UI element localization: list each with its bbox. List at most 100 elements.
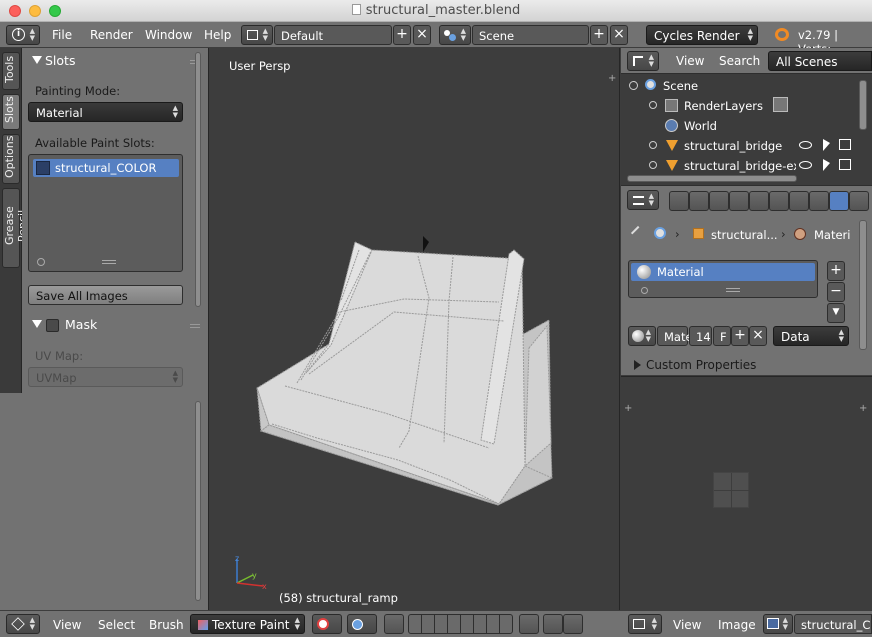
list-add-icon[interactable] <box>37 258 45 266</box>
texture-tab-icon[interactable] <box>849 191 869 211</box>
expand-icon[interactable] <box>649 161 657 169</box>
save-all-images-button[interactable]: Save All Images <box>28 285 183 305</box>
mask-panel-header[interactable]: Mask <box>22 314 208 338</box>
visibility-eye-icon[interactable] <box>799 161 812 169</box>
outliner-menu-view[interactable]: View <box>676 54 704 68</box>
lower-shelf-scrollbar[interactable] <box>195 401 201 601</box>
list-add-icon[interactable] <box>641 287 648 294</box>
outliner-row-structural-bridge-exterior[interactable]: structural_bridge-exter <box>621 156 857 176</box>
visibility-eye-icon[interactable] <box>799 141 812 149</box>
outliner-row-world[interactable]: World <box>621 116 857 136</box>
screen-layout-button[interactable]: ▲ ▼ <box>241 25 273 45</box>
image-name-field[interactable]: structural_COL <box>794 614 872 634</box>
render-camera-icon[interactable] <box>839 159 851 170</box>
footer-menu-select[interactable]: Select <box>98 618 135 632</box>
corner-add-icon[interactable]: + <box>859 403 867 414</box>
scene-tab-icon[interactable] <box>709 191 729 211</box>
outliner-row-renderlayers[interactable]: RenderLayers <box>621 96 857 116</box>
expand-icon[interactable] <box>649 101 657 109</box>
fake-user-toggle[interactable]: F <box>713 326 731 346</box>
corner-add-icon[interactable]: + <box>624 403 632 414</box>
render-layers-tab-icon[interactable] <box>689 191 709 211</box>
list-resize-grip-icon[interactable] <box>726 288 740 292</box>
pin-icon[interactable] <box>630 225 646 241</box>
footer-menu-view[interactable]: View <box>53 618 81 632</box>
screen-layout-field[interactable]: Default <box>274 25 392 45</box>
menu-help[interactable]: Help <box>204 28 231 42</box>
scene-field[interactable]: Scene <box>472 25 589 45</box>
scene-selector-button[interactable]: ▲ ▼ <box>439 25 471 45</box>
face-mask-toggle[interactable] <box>384 614 404 634</box>
viewport-shading-button[interactable] <box>312 614 342 634</box>
add-material-slot-button[interactable]: + <box>827 261 845 281</box>
list-resize-grip-icon[interactable] <box>102 260 116 264</box>
menu-window[interactable]: Window <box>145 28 192 42</box>
render-engine-dropdown[interactable]: Cycles Render ▲ ▼ <box>646 25 758 45</box>
outliner-row-structural-bridge[interactable]: structural_bridge <box>621 136 857 156</box>
world-tab-icon[interactable] <box>729 191 749 211</box>
browse-image-button[interactable]: ▲ ▼ <box>763 614 793 634</box>
list-item[interactable]: Material <box>631 263 815 281</box>
list-item[interactable]: structural_COLOR <box>33 159 179 177</box>
data-tab-icon[interactable] <box>809 191 829 211</box>
drag-grip-icon[interactable] <box>190 324 200 328</box>
editor-type-outliner-button[interactable]: ▲ ▼ <box>627 51 659 71</box>
editor-type-3d-view-button[interactable]: ▲ ▼ <box>6 614 40 634</box>
painting-mode-dropdown[interactable]: Material ▲ ▼ <box>28 102 183 122</box>
render-camera-icon[interactable] <box>773 97 788 112</box>
render-tab-icon[interactable] <box>669 191 689 211</box>
footer-menu-brush[interactable]: Brush <box>149 618 184 632</box>
layer-buttons[interactable] <box>408 614 513 634</box>
add-layout-button[interactable]: + <box>393 25 411 45</box>
new-material-button[interactable]: + <box>731 326 749 346</box>
constraints-tab-icon[interactable] <box>789 191 809 211</box>
mask-checkbox[interactable] <box>46 319 59 332</box>
tool-shelf-scrollbar[interactable] <box>195 52 201 307</box>
render-animation-clapper-icon[interactable] <box>563 614 583 634</box>
breadcrumb-object[interactable]: structural... <box>711 228 778 242</box>
remove-layout-button[interactable]: × <box>413 25 431 45</box>
image-menu-view[interactable]: View <box>673 618 701 632</box>
breadcrumb-material[interactable]: Materi <box>814 228 850 242</box>
remove-material-slot-button[interactable]: − <box>827 282 845 302</box>
add-scene-button[interactable]: + <box>590 25 608 45</box>
material-specials-button[interactable]: ▼ <box>827 303 845 323</box>
image-menu-image[interactable]: Image <box>718 618 756 632</box>
expand-icon[interactable] <box>649 141 657 149</box>
remove-scene-button[interactable]: × <box>610 25 628 45</box>
editor-type-properties-button[interactable]: ▲ ▼ <box>627 190 659 210</box>
menu-render[interactable]: Render <box>90 28 133 42</box>
render-camera-icon[interactable] <box>839 139 851 150</box>
tab-grease-pencil[interactable]: Grease Pencil <box>2 188 29 268</box>
slots-panel-header[interactable]: Slots <box>22 50 208 74</box>
outliner-menu-search[interactable]: Search <box>719 54 760 68</box>
object-tab-icon[interactable] <box>749 191 769 211</box>
select-arrow-icon[interactable] <box>823 139 830 151</box>
render-preview-camera-icon[interactable] <box>543 614 563 634</box>
tab-tools[interactable]: Tools <box>2 52 20 90</box>
editor-type-image-button[interactable]: ▲ ▼ <box>628 614 662 634</box>
editor-type-info-button[interactable]: i ▲ ▼ <box>6 25 40 45</box>
pivot-point-button[interactable] <box>347 614 377 634</box>
3d-viewport[interactable]: User Persp + z y x (58) structural_ramp <box>208 48 620 610</box>
collapse-icon[interactable] <box>629 81 638 90</box>
outliner-scrollbar-h[interactable] <box>627 175 797 182</box>
unlink-material-button[interactable]: × <box>749 326 767 346</box>
modifiers-tab-icon[interactable] <box>769 191 789 211</box>
outliner-filter-dropdown[interactable]: All Scenes <box>768 51 872 71</box>
render-region-icon[interactable] <box>519 614 539 634</box>
material-name-field[interactable]: Mate <box>657 326 693 346</box>
outliner-row-scene[interactable]: Scene <box>621 76 857 96</box>
select-arrow-icon[interactable] <box>823 159 830 171</box>
image-editor[interactable]: + + <box>621 376 872 610</box>
material-link-dropdown[interactable]: Data ▲ ▼ <box>773 326 849 346</box>
menu-file[interactable]: File <box>52 28 72 42</box>
properties-scrollbar[interactable] <box>859 220 867 350</box>
outliner-scrollbar-v[interactable] <box>859 80 867 130</box>
material-tab-icon[interactable] <box>829 191 849 211</box>
interaction-mode-dropdown[interactable]: Texture Paint ▲ ▼ <box>190 614 305 634</box>
tab-options[interactable]: Options <box>2 134 20 184</box>
tab-slots[interactable]: Slots <box>2 94 20 130</box>
custom-properties-panel-header[interactable]: Custom Properties <box>621 356 856 376</box>
browse-material-button[interactable]: ▲ ▼ <box>628 326 656 346</box>
